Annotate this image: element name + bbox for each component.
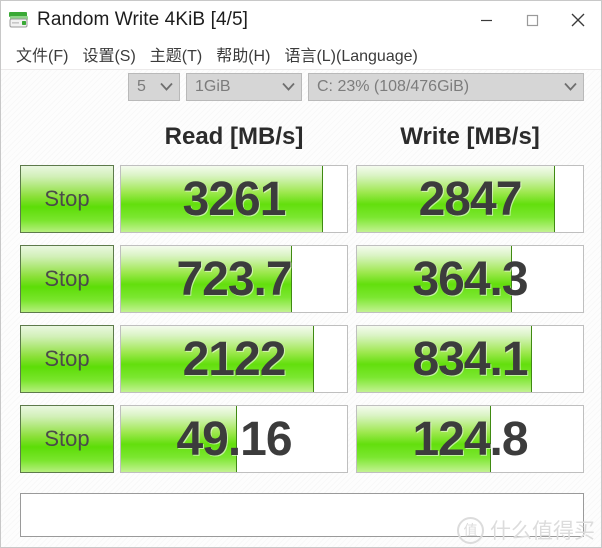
write-result-row-4[interactable]: 124.8 bbox=[356, 405, 584, 473]
minimize-icon[interactable] bbox=[463, 1, 509, 39]
result-row: Stop 2122 834.1 bbox=[1, 319, 601, 399]
chevron-down-icon bbox=[160, 78, 173, 96]
menu-item-help[interactable]: 帮助(H) bbox=[209, 42, 277, 66]
read-result-row-2[interactable]: 723.7 bbox=[120, 245, 348, 313]
column-header-read: Read [MB/s] bbox=[164, 123, 304, 150]
menu-item-file[interactable]: 文件(F) bbox=[9, 42, 75, 66]
write-value-row-2: 364.3 bbox=[412, 252, 528, 306]
stop-button-row-1[interactable]: Stop bbox=[20, 165, 114, 233]
window-title: Random Write 4KiB [4/5] bbox=[37, 9, 249, 30]
crystaldiskmark-window: Random Write 4KiB [4/5] 文件(F) 设置(S) 主题(T… bbox=[0, 0, 602, 548]
write-result-row-2[interactable]: 364.3 bbox=[356, 245, 584, 313]
test-size-select[interactable]: 1GiB bbox=[186, 73, 302, 101]
stop-button-row-3[interactable]: Stop bbox=[20, 325, 114, 393]
read-value-row-4: 49.16 bbox=[176, 412, 292, 466]
comment-box[interactable] bbox=[20, 493, 584, 537]
read-result-row-1[interactable]: 3261 bbox=[120, 165, 348, 233]
write-value-row-4: 124.8 bbox=[412, 412, 528, 466]
disk-drive-icon bbox=[8, 9, 30, 31]
stop-button-row-2[interactable]: Stop bbox=[20, 245, 114, 313]
menu-item-language[interactable]: 语言(L)(Language) bbox=[277, 42, 424, 66]
stop-button-row-4[interactable]: Stop bbox=[20, 405, 114, 473]
menu-item-settings[interactable]: 设置(S) bbox=[75, 42, 142, 66]
write-value-row-3: 834.1 bbox=[412, 332, 528, 386]
result-row: Stop 49.16 124.8 bbox=[1, 399, 601, 479]
run-count-value: 5 bbox=[137, 78, 146, 95]
test-size-value: 1GiB bbox=[195, 78, 231, 95]
title-bar: Random Write 4KiB [4/5] bbox=[1, 1, 601, 39]
maximize-icon[interactable] bbox=[509, 1, 555, 39]
toolbar: 5 1GiB C: 23% (108/476GiB) bbox=[1, 71, 601, 103]
column-header-write: Write [MB/s] bbox=[400, 123, 540, 150]
write-value-row-1: 2847 bbox=[418, 172, 523, 226]
read-result-row-4[interactable]: 49.16 bbox=[120, 405, 348, 473]
drive-select[interactable]: C: 23% (108/476GiB) bbox=[308, 73, 584, 101]
close-icon[interactable] bbox=[555, 1, 601, 39]
chevron-down-icon bbox=[564, 78, 577, 96]
read-value-row-3: 2122 bbox=[182, 332, 287, 386]
column-headers: Read [MB/s] Write [MB/s] bbox=[1, 123, 601, 157]
read-result-row-3[interactable]: 2122 bbox=[120, 325, 348, 393]
menu-bar: 文件(F) 设置(S) 主题(T) 帮助(H) 语言(L)(Language) bbox=[1, 39, 601, 70]
read-value-row-1: 3261 bbox=[182, 172, 287, 226]
write-result-row-1[interactable]: 2847 bbox=[356, 165, 584, 233]
window-controls bbox=[463, 1, 601, 39]
chevron-down-icon bbox=[282, 78, 295, 96]
result-row: Stop 723.7 364.3 bbox=[1, 239, 601, 319]
result-row: Stop 3261 2847 bbox=[1, 159, 601, 239]
write-result-row-3[interactable]: 834.1 bbox=[356, 325, 584, 393]
results-grid: Stop 3261 2847 Stop 723.7 364.3 Stop 212… bbox=[1, 159, 601, 479]
drive-value: C: 23% (108/476GiB) bbox=[317, 78, 470, 95]
run-count-select[interactable]: 5 bbox=[128, 73, 180, 101]
read-value-row-2: 723.7 bbox=[176, 252, 292, 306]
menu-item-theme[interactable]: 主题(T) bbox=[143, 42, 209, 66]
